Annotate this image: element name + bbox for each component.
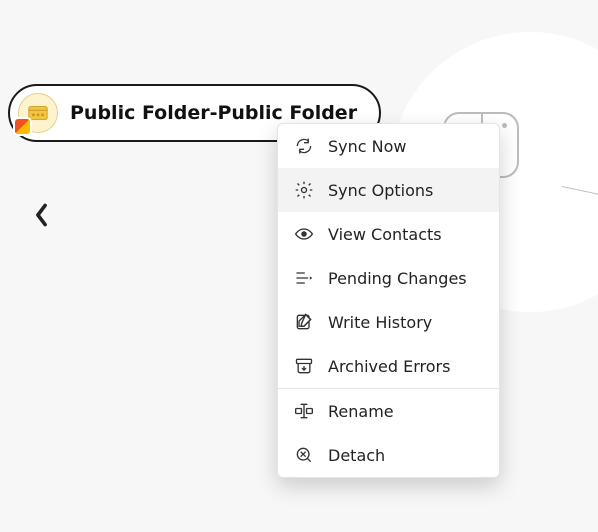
menu-item-label: Detach xyxy=(328,446,483,465)
menu-item-rename[interactable]: Rename xyxy=(278,389,499,433)
office-365-icon xyxy=(15,119,30,134)
edit-icon xyxy=(294,312,314,332)
refresh-icon xyxy=(294,136,314,156)
menu-item-label: Write History xyxy=(328,313,483,332)
menu-item-label: Rename xyxy=(328,402,483,421)
menu-item-label: Archived Errors xyxy=(328,357,483,376)
back-button[interactable] xyxy=(27,201,55,229)
detach-icon xyxy=(294,445,314,465)
menu-item-detach[interactable]: Detach xyxy=(278,433,499,477)
app-canvas: Public Folder-Public Folder Sync Now Syn… xyxy=(0,0,598,532)
gear-icon xyxy=(294,180,314,200)
menu-item-label: Sync Now xyxy=(328,137,483,156)
rename-icon xyxy=(294,401,314,421)
archive-icon xyxy=(294,356,314,376)
public-folder-icon xyxy=(18,93,58,133)
menu-item-label: Sync Options xyxy=(328,181,483,200)
menu-item-view-contacts[interactable]: View Contacts xyxy=(278,212,499,256)
pending-icon xyxy=(294,268,314,288)
menu-item-pending-changes[interactable]: Pending Changes xyxy=(278,256,499,300)
chevron-left-icon xyxy=(34,203,49,227)
eye-icon xyxy=(294,224,314,244)
menu-item-label: View Contacts xyxy=(328,225,483,244)
menu-item-sync-now[interactable]: Sync Now xyxy=(278,124,499,168)
source-chip-label: Public Folder-Public Folder xyxy=(70,102,357,124)
menu-item-label: Pending Changes xyxy=(328,269,483,288)
menu-item-archived-errors[interactable]: Archived Errors xyxy=(278,344,499,388)
menu-item-write-history[interactable]: Write History xyxy=(278,300,499,344)
menu-item-sync-options[interactable]: Sync Options xyxy=(278,168,499,212)
context-menu: Sync Now Sync Options View Contacts Pend… xyxy=(277,123,500,478)
